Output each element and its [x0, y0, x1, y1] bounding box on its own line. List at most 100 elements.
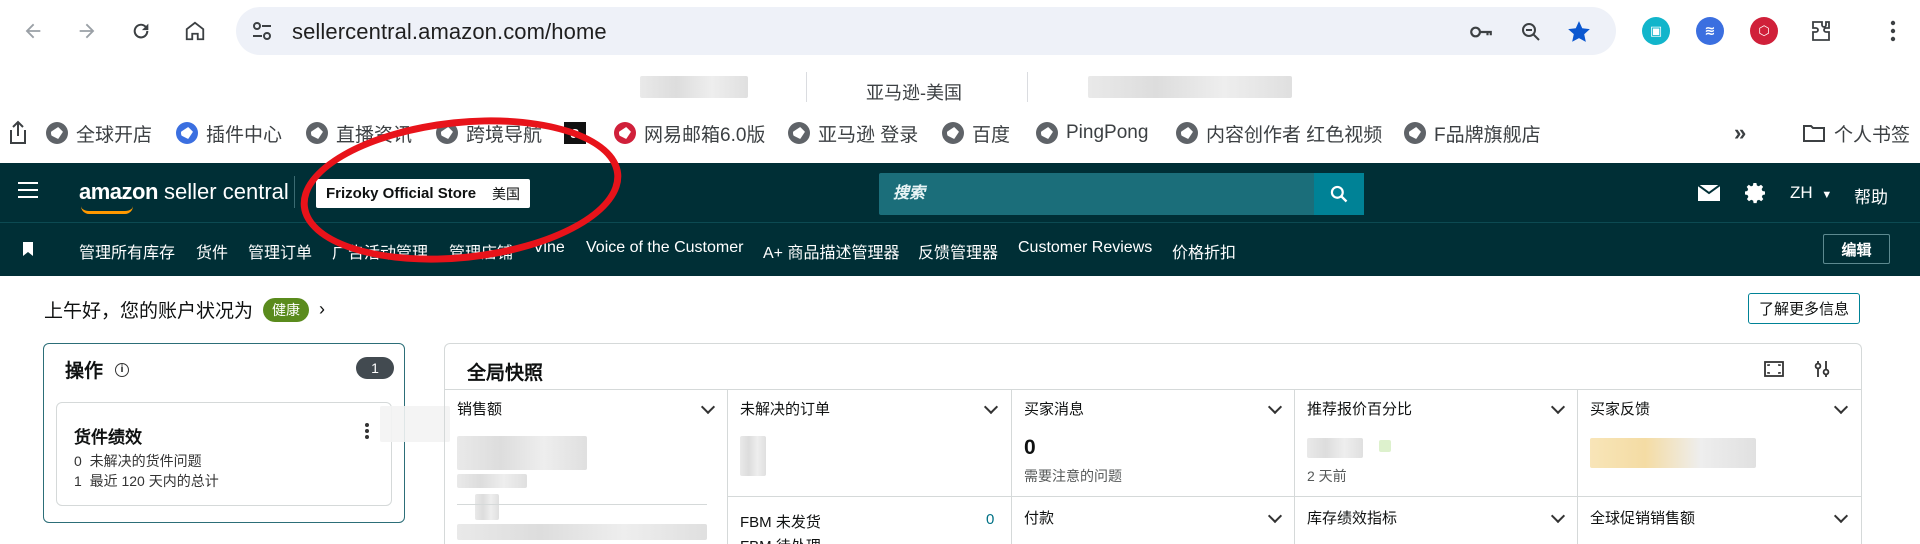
nav-customer-reviews[interactable]: Customer Reviews — [1018, 239, 1152, 257]
chevron-down-icon[interactable] — [1833, 399, 1849, 415]
sales-tile[interactable]: 销售额 — [445, 390, 728, 544]
amazon-smile-icon — [81, 206, 133, 214]
unresolved-shipment-issues[interactable]: 0 未解决的货件问题 — [74, 451, 202, 471]
tab-separator — [806, 72, 807, 102]
last-120-days-total[interactable]: 1 最近 120 天内的总计 — [74, 471, 219, 491]
share-icon[interactable] — [6, 118, 30, 148]
back-button[interactable] — [16, 14, 50, 48]
open-orders-tile[interactable]: 未解决的订单 FBM 未发货 0 FBM 待处理 — [728, 390, 1012, 544]
featured-offer-tile[interactable]: 推荐报价百分比 2 天前 库存绩效指标 — [1295, 390, 1578, 544]
payments-tile[interactable]: 付款 — [1012, 496, 1295, 544]
nav-manage-orders[interactable]: 管理订单 — [248, 239, 312, 263]
buyer-messages-count: 0 — [1024, 436, 1036, 459]
bookmark-item[interactable]: 亚马逊 登录 — [788, 118, 918, 148]
search-button[interactable] — [1314, 173, 1364, 215]
extension-1-icon[interactable]: ▣ — [1642, 17, 1670, 45]
language-selector[interactable]: ZH ▼ — [1790, 183, 1832, 203]
global-promotions-tile[interactable]: 全球促销销售额 — [1578, 496, 1861, 544]
chevron-down-icon[interactable] — [1267, 399, 1283, 415]
chevron-down-icon[interactable] — [1267, 508, 1283, 524]
header-divider — [294, 176, 295, 208]
blurred-offer-value — [1307, 438, 1363, 458]
inventory-performance-tile[interactable]: 库存绩效指标 — [1295, 496, 1578, 544]
shipment-performance-title: 货件绩效 — [74, 428, 142, 447]
globe-icon — [1176, 122, 1198, 144]
seller-central-logo[interactable]: amazon seller central — [79, 179, 289, 214]
hamburger-menu-icon[interactable] — [18, 182, 38, 198]
nav-shipments[interactable]: 货件 — [196, 239, 228, 263]
blurred-orders-value — [740, 436, 766, 476]
zoom-icon[interactable] — [1518, 19, 1544, 45]
globe-icon — [1036, 122, 1058, 144]
nav-a-plus-manager[interactable]: A+ 商品描述管理器 — [763, 239, 899, 263]
fbm-unshipped-count[interactable]: 0 — [986, 511, 994, 528]
tab-separator — [1027, 72, 1028, 102]
nav-feedback-manager[interactable]: 反馈管理器 — [918, 239, 998, 263]
chevron-down-icon[interactable] — [1833, 508, 1849, 524]
buyer-messages-tile[interactable]: 买家消息 0 需要注意的问题 付款 — [1012, 390, 1295, 544]
chevron-down-icon[interactable] — [700, 399, 716, 415]
search-input[interactable] — [879, 173, 1314, 215]
search-box — [879, 173, 1364, 215]
personal-bookmarks-folder[interactable]: 个人书签 — [1802, 118, 1910, 148]
global-snapshot-panel: 全局快照 销售额 未解决的订单 FBM 未发货 0 买家消息 0 需要注意的问题… — [444, 343, 1862, 544]
bookmark-flag-icon[interactable] — [23, 242, 33, 261]
browser-toolbar: sellercentral.amazon.com/home ▣ ≋ ⬡ — [0, 0, 1920, 62]
folder-icon — [1803, 125, 1825, 142]
bookmark-item[interactable]: F品牌旗舰店 — [1404, 118, 1541, 148]
mail-icon[interactable] — [1697, 184, 1721, 206]
bookmark-item[interactable]: PingPong — [1036, 118, 1148, 148]
favorites-nav-bar: 管理所有库存 货件 管理订单 广告活动管理 管理店铺 Vine Voice of… — [0, 222, 1920, 276]
bookmarks-overflow-button[interactable]: » — [1734, 118, 1746, 148]
address-bar[interactable]: sellercentral.amazon.com/home — [236, 7, 1616, 55]
globe-icon — [1404, 122, 1426, 144]
tab-title[interactable]: 亚马逊-美国 — [866, 79, 962, 105]
forward-button[interactable] — [70, 14, 104, 48]
nav-price-discounts[interactable]: 价格折扣 — [1172, 239, 1236, 263]
extension-2-icon[interactable]: ≋ — [1696, 17, 1724, 45]
url-text[interactable]: sellercentral.amazon.com/home — [292, 19, 607, 45]
bookmark-item[interactable]: 网易邮箱6.0版 — [614, 118, 765, 148]
info-icon[interactable]: i — [115, 362, 130, 377]
extension-3-icon[interactable]: ⬡ — [1750, 17, 1778, 45]
reload-button[interactable] — [124, 14, 158, 48]
globe-icon — [788, 122, 810, 144]
site-settings-icon[interactable] — [250, 19, 274, 43]
bookmark-item[interactable]: 内容创作者 红色视频 — [1176, 118, 1382, 148]
blurred-tab-right[interactable] — [1088, 76, 1292, 98]
blurred-sales-value — [457, 436, 587, 470]
fbm-unshipped-row[interactable]: FBM 未发货 0 FBM 待处理 — [728, 496, 1011, 544]
password-key-icon[interactable] — [1468, 19, 1494, 45]
actions-count-badge: 1 — [356, 357, 394, 379]
screen: sellercentral.amazon.com/home ▣ ≋ ⬡ 亚马逊-… — [0, 0, 1920, 544]
chevron-down-icon[interactable] — [1550, 508, 1566, 524]
filter-sliders-icon[interactable] — [1811, 358, 1833, 380]
home-button[interactable] — [178, 14, 212, 48]
bookmark-item[interactable]: 百度 — [942, 118, 1010, 148]
blurred-tab-left[interactable] — [640, 76, 748, 98]
blurred-feedback-stars — [1590, 438, 1756, 468]
chevron-right-icon: › — [319, 299, 326, 319]
edit-nav-button[interactable]: 编辑 — [1823, 234, 1890, 264]
chevron-down-icon[interactable] — [983, 399, 999, 415]
extensions-puzzle-icon[interactable] — [1804, 14, 1838, 48]
help-link[interactable]: 帮助 — [1854, 183, 1888, 208]
blurred-offer-trend — [1379, 440, 1391, 452]
nav-voice-of-customer[interactable]: Voice of the Customer — [586, 239, 743, 257]
expand-icon[interactable] — [1763, 358, 1785, 380]
plugin-icon — [176, 122, 198, 144]
learn-more-button[interactable]: 了解更多信息 — [1748, 293, 1861, 324]
chevron-down-icon[interactable] — [1550, 399, 1566, 415]
buyer-feedback-tile[interactable]: 买家反馈 全球促销销售额 — [1578, 390, 1861, 544]
settings-gear-icon[interactable] — [1744, 181, 1768, 210]
more-options-icon[interactable] — [365, 423, 369, 439]
bookmark-star-icon[interactable] — [1566, 19, 1592, 45]
browser-menu-icon[interactable] — [1876, 14, 1910, 48]
account-health-greeting[interactable]: 上午好，您的账户状况为 健康 › — [44, 296, 325, 323]
bookmark-item[interactable]: 全球开店 — [46, 118, 152, 148]
shipment-performance-card[interactable]: 货件绩效 0 未解决的货件问题 1 最近 120 天内的总计 — [56, 402, 392, 506]
blurred-overlay — [380, 406, 450, 442]
nav-manage-inventory[interactable]: 管理所有库存 — [79, 239, 175, 263]
globe-icon — [306, 122, 328, 144]
bookmark-item[interactable]: 插件中心 — [176, 118, 282, 148]
